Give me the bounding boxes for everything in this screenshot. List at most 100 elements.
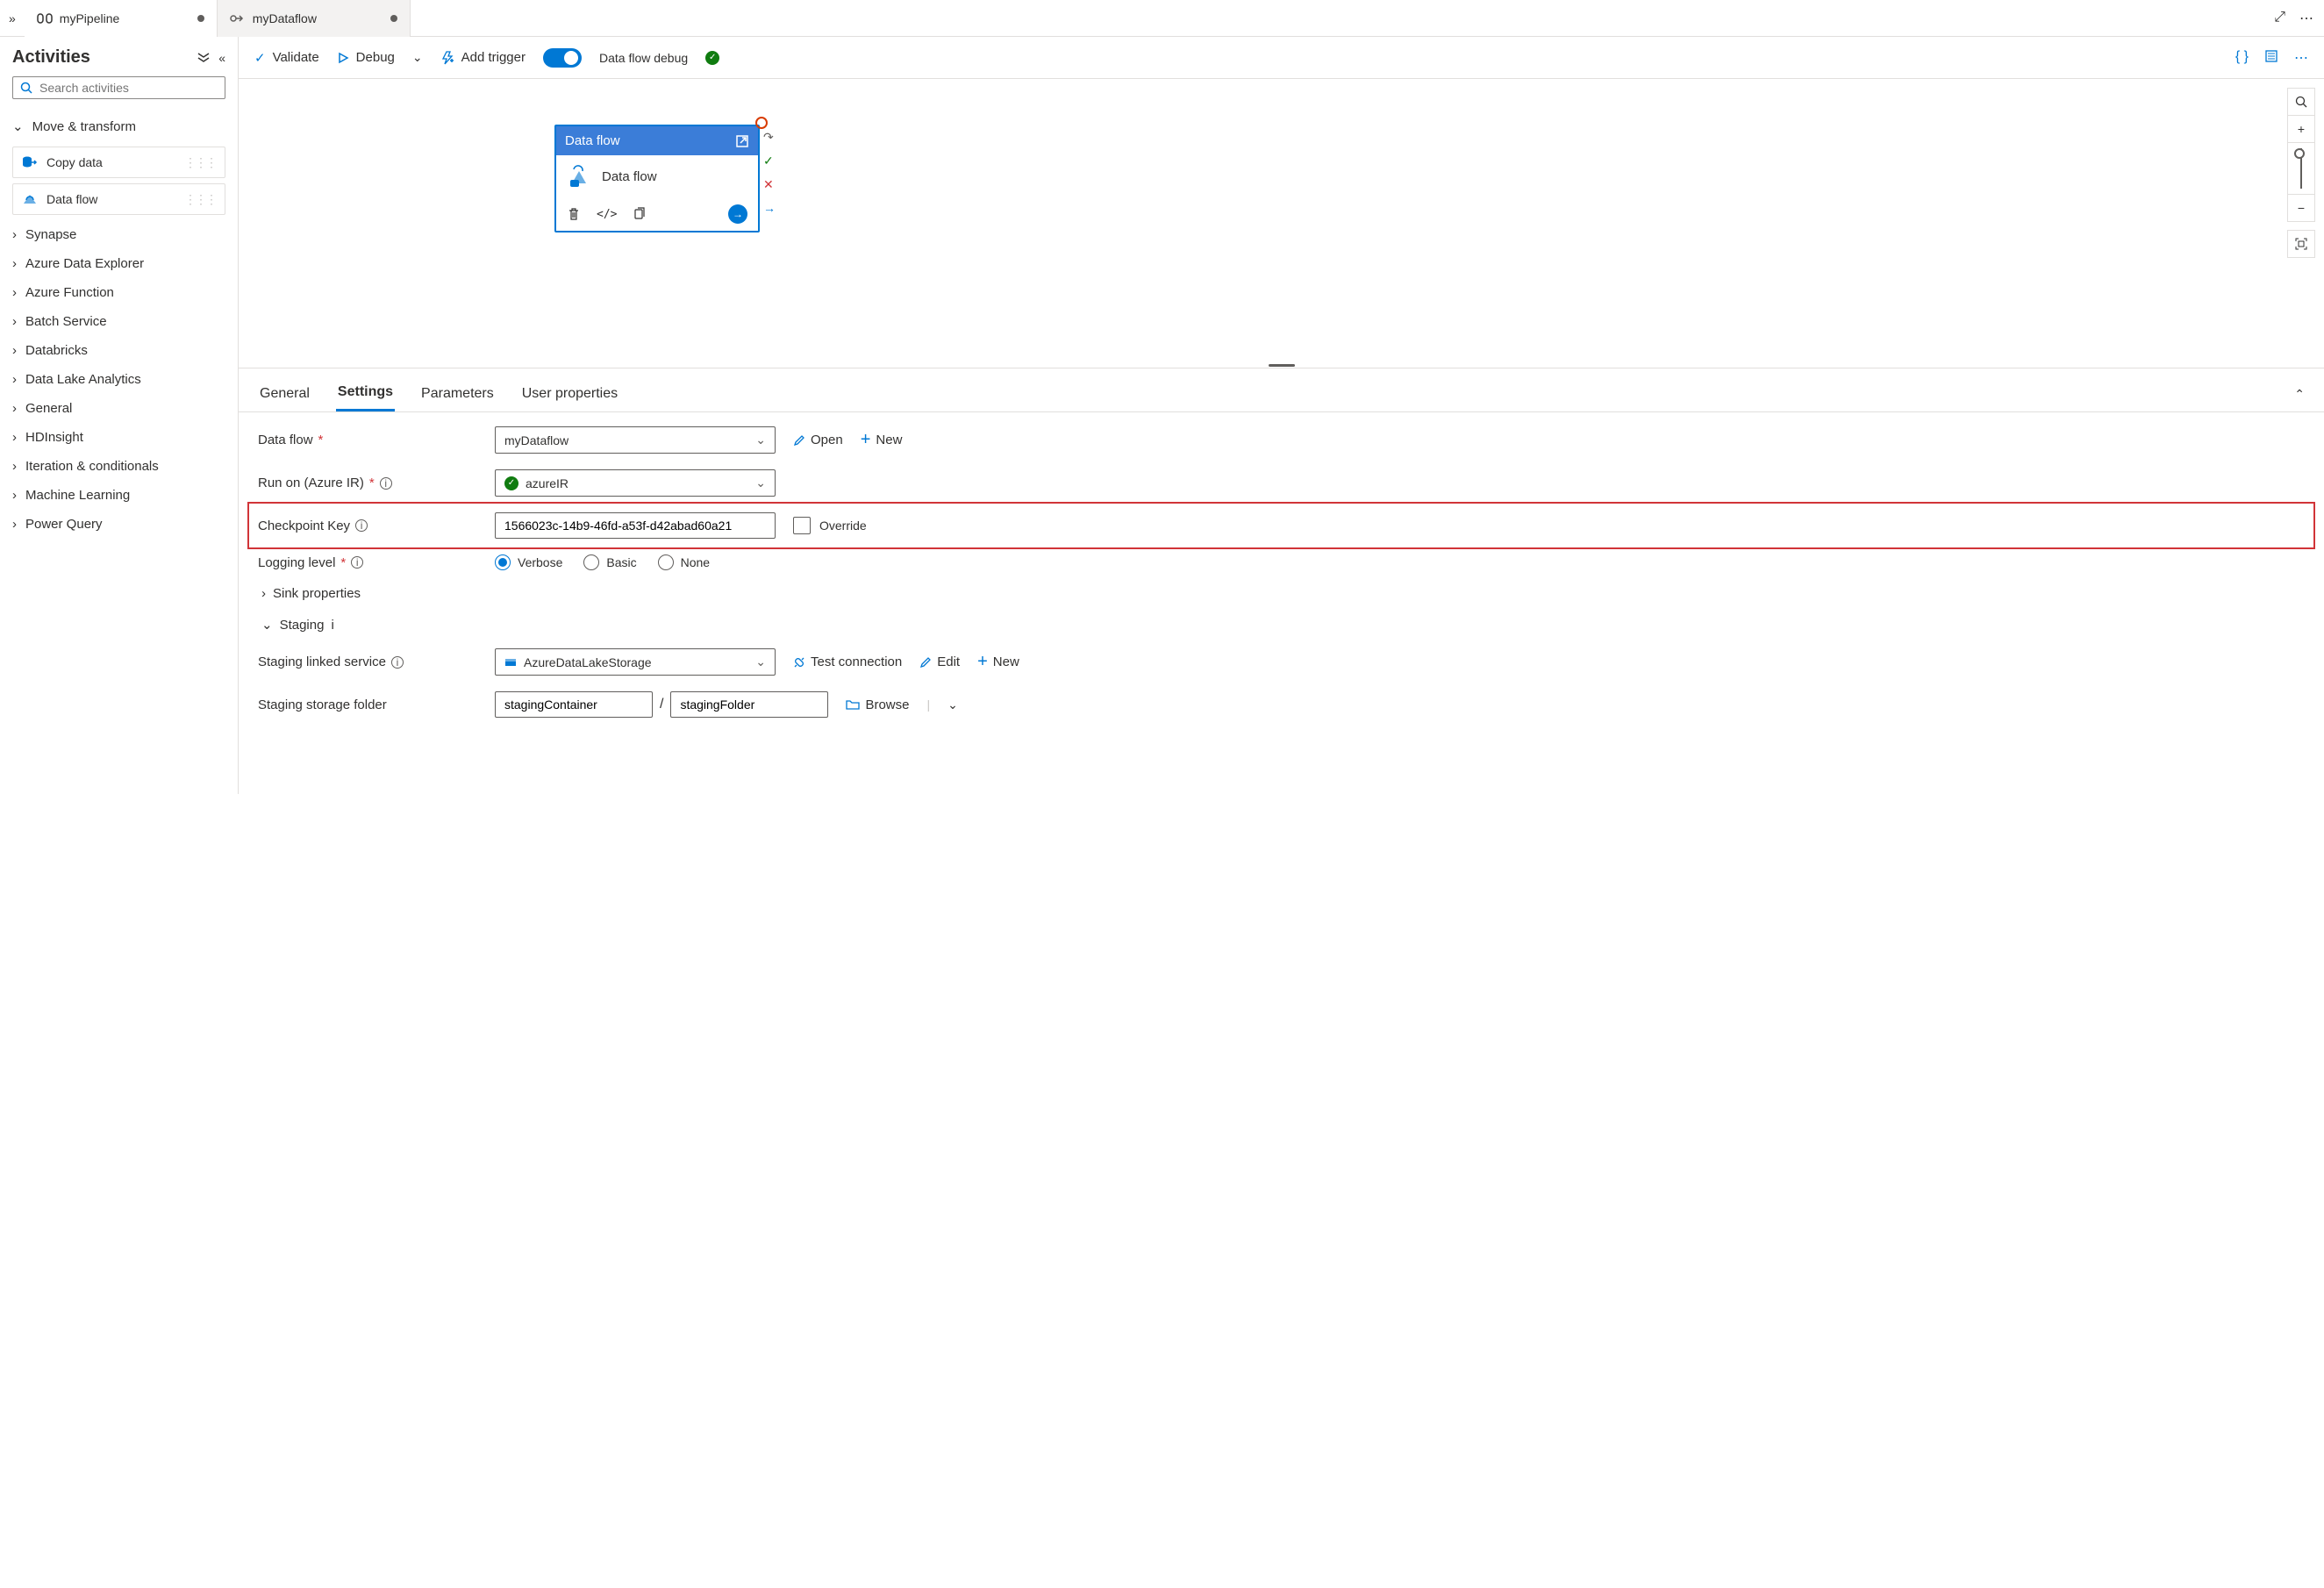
category-move-transform[interactable]: ⌄ Move & transform — [12, 111, 225, 141]
pipeline-canvas[interactable]: Data flow Data flow — [239, 79, 2324, 362]
info-icon[interactable]: i — [391, 656, 404, 669]
chevron-right-icon: › — [12, 314, 17, 329]
category-batch-service[interactable]: ›Batch Service — [12, 307, 225, 336]
category-synapse[interactable]: ›Synapse — [12, 220, 225, 249]
fail-marker-icon: ✕ — [763, 177, 776, 192]
staging-container-input[interactable] — [495, 691, 653, 718]
test-connection-button[interactable]: Test connection — [793, 655, 902, 669]
fit-screen-icon[interactable] — [2287, 230, 2315, 258]
zoom-in-icon[interactable]: + — [2287, 115, 2315, 143]
zoom-slider[interactable] — [2287, 142, 2315, 195]
open-dataflow-button[interactable]: Open — [793, 433, 843, 447]
info-icon[interactable]: i — [355, 519, 368, 532]
open-external-icon[interactable] — [735, 134, 749, 148]
info-icon[interactable]: i — [351, 556, 363, 569]
plus-icon: + — [977, 652, 988, 672]
drag-handle-icon: ⋮⋮⋮ — [184, 155, 216, 170]
staging-container-field[interactable] — [504, 697, 643, 712]
override-checkbox[interactable] — [793, 517, 811, 534]
staging-folder-field[interactable] — [680, 697, 819, 712]
sink-properties-section[interactable]: › Sink properties — [258, 586, 2305, 601]
delete-icon[interactable] — [567, 207, 581, 221]
zoom-out-icon[interactable]: − — [2287, 194, 2315, 222]
collapse-panel-icon[interactable]: ⌃ — [2294, 387, 2305, 402]
activities-sidebar: Activities « ⌄ Move & transform Copy dat… — [0, 37, 239, 794]
checkpoint-input[interactable] — [495, 512, 776, 539]
dataflow-node-icon — [567, 164, 591, 189]
edit-linked-button[interactable]: Edit — [919, 655, 960, 669]
more-icon[interactable]: ⋯ — [2299, 10, 2313, 27]
path-separator: / — [660, 697, 663, 712]
category-power-query[interactable]: ›Power Query — [12, 510, 225, 539]
browse-folder-button[interactable]: Browse — [846, 697, 909, 712]
chevron-down-icon: ⌄ — [755, 433, 766, 447]
dataflow-activity-node[interactable]: Data flow Data flow — [554, 125, 760, 232]
category-azure-data-explorer[interactable]: ›Azure Data Explorer — [12, 249, 225, 278]
next-icon[interactable]: → — [728, 204, 747, 224]
prop-tab-general[interactable]: General — [258, 379, 311, 411]
node-body-label: Data flow — [602, 169, 657, 184]
chevron-right-icon: › — [12, 285, 17, 300]
logging-basic-radio[interactable]: Basic — [583, 554, 636, 570]
folder-icon — [846, 698, 860, 711]
chevron-right-icon: › — [12, 430, 17, 445]
debug-dropdown-icon[interactable]: ⌄ — [412, 50, 423, 65]
chevrons-icon[interactable] — [197, 51, 210, 65]
debug-toggle[interactable] — [543, 48, 582, 68]
code-icon[interactable]: </> — [597, 208, 617, 221]
activity-copy-data[interactable]: Copy data ⋮⋮⋮ — [12, 147, 225, 178]
activity-data-flow[interactable]: Data flow ⋮⋮⋮ — [12, 183, 225, 215]
validation-marker-icon — [755, 117, 768, 129]
search-activities-input[interactable] — [12, 76, 225, 99]
debug-button[interactable]: Debug — [337, 50, 395, 65]
browse-dropdown-icon[interactable]: ⌄ — [947, 697, 958, 712]
staging-folder-input[interactable] — [670, 691, 828, 718]
maximize-icon[interactable]: ⤢ — [2274, 10, 2285, 27]
more-icon[interactable]: ⋯ — [2294, 49, 2308, 67]
category-data-lake-analytics[interactable]: ›Data Lake Analytics — [12, 365, 225, 394]
prop-tab-parameters[interactable]: Parameters — [419, 379, 496, 411]
browse-separator: | — [926, 697, 930, 712]
runon-select[interactable]: ✓ azureIR ⌄ — [495, 469, 776, 497]
chevron-right-icon: › — [12, 517, 17, 532]
category-iteration-conditionals[interactable]: ›Iteration & conditionals — [12, 452, 225, 481]
info-icon[interactable]: i — [331, 618, 333, 633]
chevron-right-icon: › — [12, 227, 17, 242]
expand-tabs-icon[interactable]: » — [0, 11, 25, 25]
add-trigger-button[interactable]: Add trigger — [440, 50, 526, 65]
tab-title: myPipeline — [60, 11, 190, 25]
tab-pipeline[interactable]: myPipeline — [25, 0, 218, 37]
new-linked-button[interactable]: + New — [977, 652, 1019, 672]
category-hdinsight[interactable]: ›HDInsight — [12, 423, 225, 452]
chevron-right-icon: › — [12, 459, 17, 474]
storage-icon — [504, 656, 517, 669]
info-icon[interactable]: i — [380, 477, 392, 490]
logging-none-radio[interactable]: None — [658, 554, 710, 570]
staging-section[interactable]: ⌄ Staging i — [258, 617, 2305, 633]
staging-linked-select[interactable]: AzureDataLakeStorage ⌄ — [495, 648, 776, 676]
validate-button[interactable]: ✓ Validate — [254, 50, 319, 66]
chevron-down-icon: ⌄ — [12, 118, 24, 134]
category-machine-learning[interactable]: ›Machine Learning — [12, 481, 225, 510]
code-icon[interactable]: { } — [2235, 49, 2249, 67]
search-field[interactable] — [39, 81, 218, 95]
new-dataflow-button[interactable]: + New — [861, 430, 903, 450]
prop-tab-settings[interactable]: Settings — [336, 377, 395, 411]
category-databricks[interactable]: ›Databricks — [12, 336, 225, 365]
category-azure-function[interactable]: ›Azure Function — [12, 278, 225, 307]
dirty-indicator-icon — [197, 15, 204, 22]
category-general[interactable]: ›General — [12, 394, 225, 423]
canvas-search-icon[interactable] — [2287, 88, 2315, 116]
skip-marker-icon: → — [763, 201, 776, 215]
dataflow-select[interactable]: myDataflow ⌄ — [495, 426, 776, 454]
redo-marker-icon: ↷ — [763, 130, 776, 145]
tasks-icon[interactable] — [2264, 49, 2278, 67]
copy-icon[interactable] — [633, 207, 647, 221]
trigger-icon — [440, 51, 454, 65]
checkpoint-field[interactable] — [504, 519, 766, 533]
prop-tab-user-properties[interactable]: User properties — [520, 379, 619, 411]
collapse-sidebar-icon[interactable]: « — [218, 51, 225, 65]
tab-dataflow[interactable]: myDataflow — [218, 0, 411, 37]
logging-verbose-radio[interactable]: Verbose — [495, 554, 562, 570]
dirty-indicator-icon — [390, 15, 397, 22]
